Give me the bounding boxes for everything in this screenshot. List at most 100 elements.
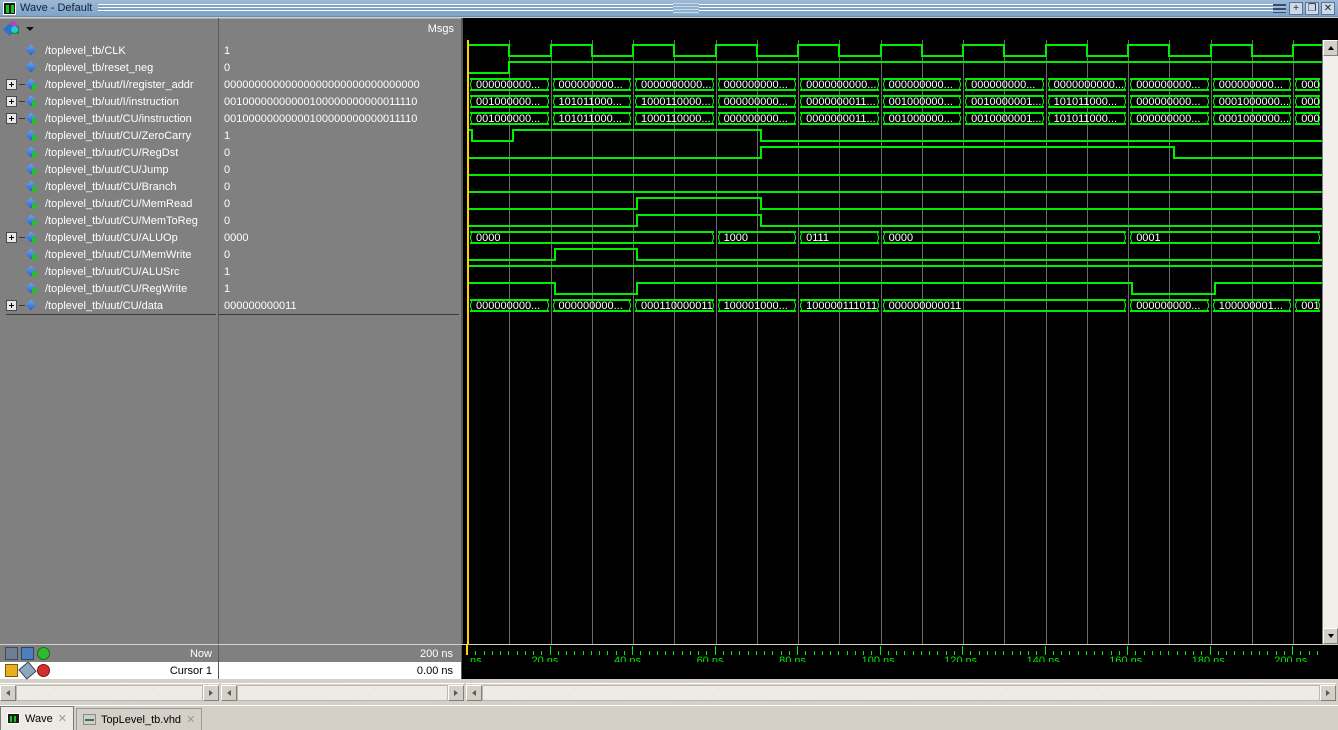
waveform-row[interactable]: 000000000... 000000000... 000110000011 1000… [463,297,1322,314]
signal-name-row[interactable]: /toplevel_tb/uut/CU/ALUSrc [0,263,218,280]
waveform-row[interactable] [463,161,1322,178]
now-row-left: Now [0,645,219,662]
bus-value-segment: 0000000000... [800,78,879,91]
now-label: Now [189,647,212,660]
chevron-down-icon[interactable] [26,27,34,31]
waveform-row[interactable] [463,178,1322,195]
right-arrow-icon[interactable] [1320,684,1336,701]
expand-icon[interactable] [6,79,17,90]
stamp-icon[interactable] [5,647,18,660]
left-arrow-icon[interactable] [466,684,482,701]
bus-value-segment: 0000000011... [800,95,879,108]
bus-value-segment: 1000110000... [635,112,714,125]
right-arrow-icon[interactable] [448,684,464,701]
close-button[interactable]: ✕ [1321,1,1335,15]
signal-name-row[interactable]: /toplevel_tb/CLK [0,42,218,59]
waveform-row[interactable] [463,144,1322,161]
signal-value-cell: 0 [224,180,231,193]
bus-value-segment: 001000001000 [1295,299,1321,312]
signal-name-row[interactable]: /toplevel_tb/uut/I/register_addr [0,76,218,93]
lock-icon[interactable] [5,664,18,677]
waveform-edge [553,282,556,295]
signal-name-row[interactable]: /toplevel_tb/uut/CU/data [0,297,218,314]
signal-name-row[interactable]: /toplevel_tb/uut/CU/RegDst [0,144,218,161]
waveform-row[interactable] [463,127,1322,144]
waveform-row[interactable] [463,246,1322,263]
bus-value-segment: 000000000... [470,299,549,312]
right-arrow-icon[interactable] [203,684,219,701]
delete-cursor-icon[interactable] [37,664,50,677]
vertical-scroll-track[interactable] [1323,56,1338,628]
wave-scroll-track[interactable] [482,684,1320,701]
cursor-row-left: Cursor 1 [0,661,219,680]
maximize-button[interactable]: + [1289,1,1303,15]
expand-icon[interactable] [6,113,17,124]
signal-name-row[interactable]: /toplevel_tb/uut/CU/Branch [0,178,218,195]
undock-bars-button[interactable] [1273,2,1287,15]
time-ruler[interactable]: ns 20 ns 40 ns 60 ns 80 ns 100 ns 120 ns 140 ns… [462,645,1338,662]
cursor-value: 0.00 ns [219,662,462,679]
signal-name-row[interactable]: /toplevel_tb/uut/CU/MemToReg [0,212,218,229]
waveform-row[interactable] [463,263,1322,280]
left-arrow-icon[interactable] [221,684,237,701]
bus-value-segment: 0000 [470,231,714,244]
signal-name-row[interactable]: /toplevel_tb/uut/CU/Jump [0,161,218,178]
restore-button[interactable]: ❐ [1305,1,1319,15]
signal-name-label: /toplevel_tb/CLK [45,44,126,57]
signal-diamond-icon [25,61,41,74]
signal-name-row[interactable]: /toplevel_tb/uut/CU/instruction [0,110,218,127]
close-icon[interactable]: ✕ [58,712,67,725]
waveform-row[interactable] [463,42,1322,59]
wave-vertical-scrollbar[interactable] [1322,40,1338,644]
waveform-row[interactable]: 0000 1000 0111 0000 0001 [463,229,1322,246]
bus-value-segment: 0001000000... [1212,95,1292,108]
msgs-hscrollbar[interactable] [221,683,464,701]
waveform-row[interactable] [463,59,1322,76]
message-icon[interactable] [21,647,34,660]
expand-icon[interactable] [6,96,17,107]
waveform-row[interactable]: 000000000... 000000000... 0000000000... 000… [463,76,1322,93]
tab-toplevel-vhd[interactable]: TopLevel_tb.vhd ✕ [75,708,203,730]
signal-name-row[interactable]: /toplevel_tb/uut/CU/ZeroCarry [0,127,218,144]
signal-name-row[interactable]: /toplevel_tb/uut/I/instruction [0,93,218,110]
waveform-row[interactable] [463,280,1322,297]
expand-icon[interactable] [6,300,17,311]
up-arrow-icon[interactable] [1323,40,1338,56]
signal-name-row[interactable]: /toplevel_tb/uut/CU/RegWrite [0,280,218,297]
bus-value-segment: 000000000... [717,78,797,91]
close-icon[interactable]: ✕ [186,713,195,726]
down-arrow-icon[interactable] [1323,628,1338,644]
bottom-tabbar: Wave ✕ TopLevel_tb.vhd ✕ [0,705,1338,730]
expand-icon[interactable] [6,232,17,243]
waveform-row[interactable]: 001000000... 101011000... 1000110000... 000… [463,110,1322,127]
waveform-level-segment [468,259,555,261]
waveform-level-segment [1045,44,1087,46]
waveform-canvas[interactable]: 000000000... 000000000... 0000000000... 000… [462,40,1322,644]
wave-hscrollbar[interactable] [466,683,1336,701]
signal-value-cell: 0 [224,61,231,74]
signal-out-icon [25,248,41,261]
signal-name-label: /toplevel_tb/uut/CU/instruction [45,112,192,125]
wave-objects-icon[interactable] [3,20,21,36]
left-arrow-icon[interactable] [0,684,16,701]
signal-name-row[interactable]: /toplevel_tb/uut/CU/MemWrite [0,246,218,263]
waveform-row[interactable]: 001000000... 101011000... 1000110000... 000… [463,93,1322,110]
wrench-icon[interactable] [18,661,37,680]
tab-wave[interactable]: Wave ✕ [0,706,74,730]
waveform-level-segment [1169,55,1211,57]
names-hscrollbar[interactable] [0,683,219,701]
waveform-row[interactable] [463,195,1322,212]
signal-name-row[interactable]: /toplevel_tb/uut/CU/MemRead [0,195,218,212]
signal-names-panel[interactable]: /toplevel_tb/CLK/toplevel_tb/reset_neg/t… [0,40,219,644]
signal-name-row[interactable]: /toplevel_tb/reset_neg [0,59,218,76]
waveform-edge [755,44,758,57]
signal-name-row[interactable]: /toplevel_tb/uut/CU/ALUOp [0,229,218,246]
expand-placeholder [6,62,17,73]
cursor-line[interactable] [467,40,469,644]
titlebar-grip[interactable] [98,2,1273,14]
names-scroll-track[interactable] [16,684,203,701]
add-cursor-icon[interactable] [37,647,50,660]
waveform-row[interactable] [463,212,1322,229]
signal-values-panel[interactable]: 1 0 00000000000000000000000000000000 001000… [219,40,462,644]
msgs-scroll-track[interactable] [237,684,448,701]
